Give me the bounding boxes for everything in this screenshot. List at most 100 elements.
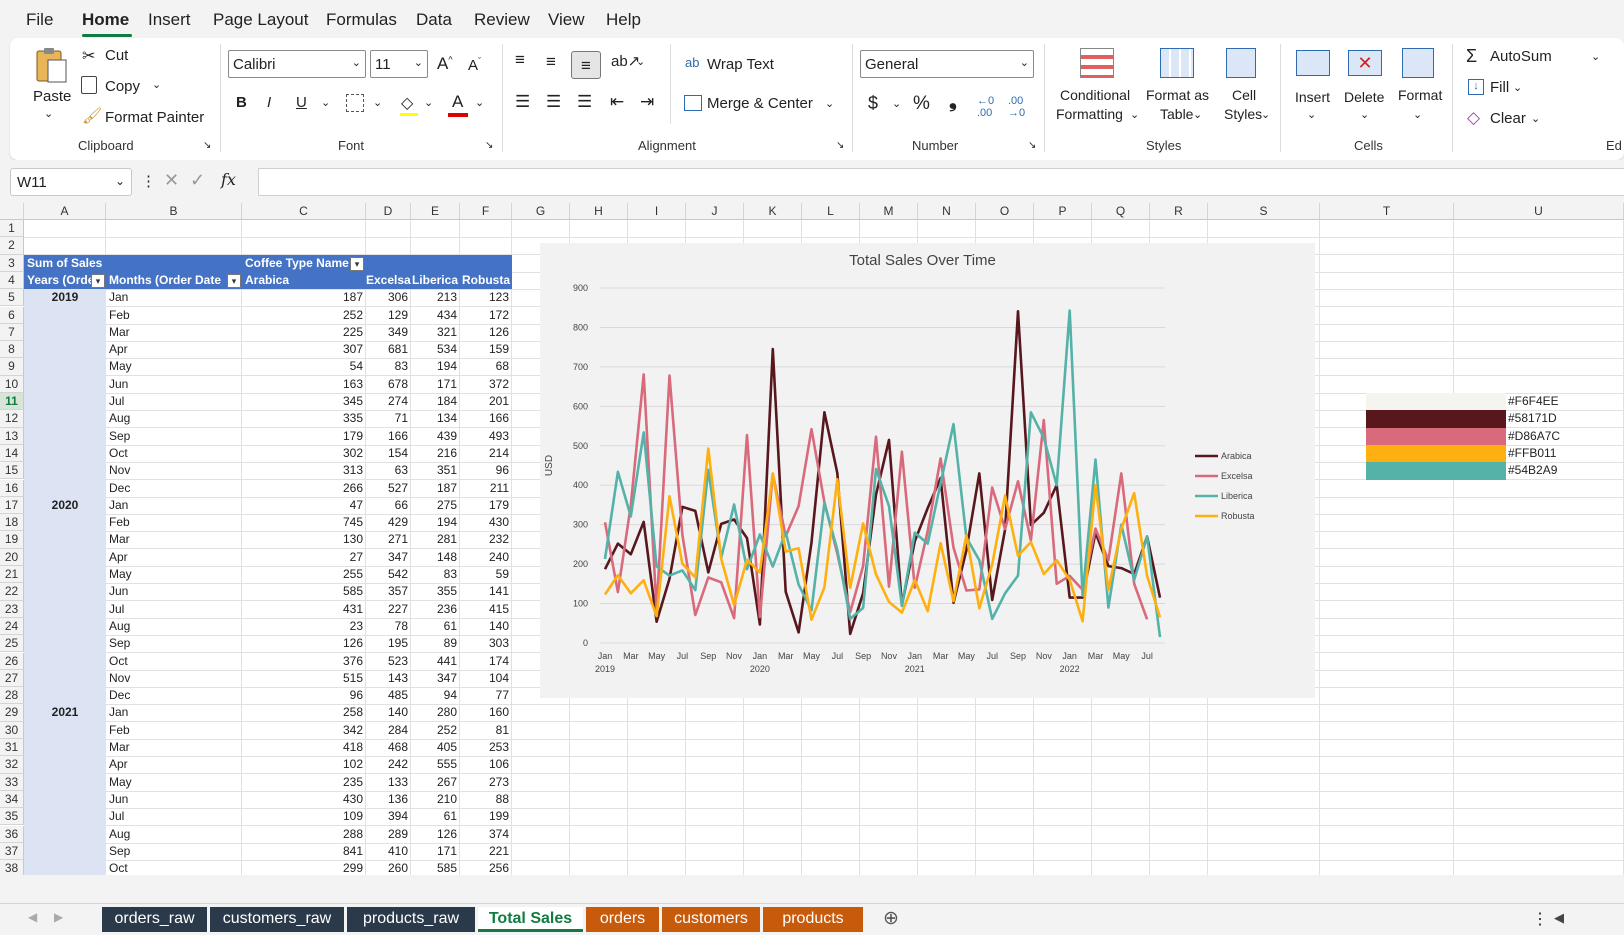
row-header-21[interactable]: 21 bbox=[0, 566, 24, 584]
pivot-value-cell[interactable]: 195 bbox=[366, 635, 408, 652]
row-header-16[interactable]: 16 bbox=[0, 479, 24, 497]
pivot-value-cell[interactable]: 307 bbox=[242, 341, 363, 358]
more-sheets-icon[interactable]: ⋮ bbox=[1532, 909, 1548, 929]
sheet-tab-orders-raw[interactable]: orders_raw bbox=[102, 907, 207, 932]
copy-button[interactable]: Copy bbox=[105, 78, 140, 95]
pivot-value-cell[interactable]: 194 bbox=[411, 358, 457, 375]
worksheet-grid[interactable]: ABCDEFGHIJKLMNOPQRSTU 1 2 3 4 5 6 7 8 9 10 11 12 13 1… bbox=[0, 203, 1624, 875]
scroll-right-icon[interactable]: ▶ bbox=[54, 910, 63, 924]
menu-home[interactable]: Home bbox=[82, 10, 129, 30]
pivot-value-cell[interactable]: 527 bbox=[366, 480, 408, 497]
pivot-value-cell[interactable]: 236 bbox=[411, 601, 457, 618]
pivot-value-cell[interactable]: 102 bbox=[242, 756, 363, 773]
pivot-value-cell[interactable]: 357 bbox=[366, 583, 408, 600]
chevron-down-icon[interactable]: ⌄ bbox=[475, 96, 484, 109]
pivot-value-cell[interactable]: 71 bbox=[366, 410, 408, 427]
pivot-value-cell[interactable]: 227 bbox=[366, 601, 408, 618]
pivot-value-cell[interactable]: 485 bbox=[366, 687, 408, 704]
row-header-17[interactable]: 17 bbox=[0, 496, 24, 515]
pivot-value-cell[interactable]: 27 bbox=[242, 549, 363, 566]
cell-styles-label-2[interactable]: Styles bbox=[1224, 106, 1262, 122]
pivot-value-cell[interactable]: 130 bbox=[242, 531, 363, 548]
column-header-r[interactable]: R bbox=[1150, 203, 1208, 220]
conditional-formatting-icon[interactable] bbox=[1080, 48, 1114, 78]
font-size-select[interactable]: 11 ⌄ bbox=[370, 50, 428, 78]
insert-button[interactable]: Insert bbox=[1295, 89, 1330, 105]
row-header-15[interactable]: 15 bbox=[0, 462, 24, 480]
pivot-value-cell[interactable]: 523 bbox=[366, 653, 408, 670]
column-header-a[interactable]: A bbox=[24, 203, 106, 220]
pivot-value-cell[interactable]: 335 bbox=[242, 410, 363, 427]
comma-style-icon[interactable]: ❟ bbox=[949, 90, 957, 113]
pivot-value-cell[interactable]: 214 bbox=[460, 445, 509, 462]
menu-formulas[interactable]: Formulas bbox=[326, 10, 397, 30]
row-header-22[interactable]: 22 bbox=[0, 583, 24, 601]
pivot-value-cell[interactable]: 585 bbox=[242, 583, 363, 600]
pivot-value-cell[interactable]: 678 bbox=[366, 376, 408, 393]
clipboard-launcher-icon[interactable]: ↘ bbox=[203, 140, 211, 151]
chevron-down-icon[interactable]: ⌄ bbox=[424, 96, 433, 109]
chevron-down-icon[interactable]: ⌄ bbox=[825, 97, 834, 110]
row-header-6[interactable]: 6 bbox=[0, 306, 24, 324]
pivot-value-cell[interactable]: 355 bbox=[411, 583, 457, 600]
column-header-g[interactable]: G bbox=[512, 203, 570, 220]
more-options-icon[interactable]: ⋮ bbox=[141, 172, 156, 190]
pivot-value-cell[interactable]: 585 bbox=[411, 860, 457, 875]
insert-function-icon[interactable]: fx bbox=[221, 170, 236, 189]
pivot-value-cell[interactable]: 201 bbox=[460, 393, 509, 410]
row-header-36[interactable]: 36 bbox=[0, 825, 24, 843]
pivot-value-cell[interactable]: 299 bbox=[242, 860, 363, 875]
pivot-value-cell[interactable]: 342 bbox=[242, 722, 363, 739]
pivot-value-cell[interactable]: 439 bbox=[411, 428, 457, 445]
row-header-37[interactable]: 37 bbox=[0, 842, 24, 861]
pivot-value-cell[interactable]: 81 bbox=[460, 722, 509, 739]
sheet-tab-total-sales[interactable]: Total Sales bbox=[478, 907, 583, 932]
pivot-value-cell[interactable]: 434 bbox=[411, 307, 457, 324]
pivot-value-cell[interactable]: 235 bbox=[242, 774, 363, 791]
pivot-value-cell[interactable]: 133 bbox=[366, 774, 408, 791]
cancel-icon[interactable]: ✕ bbox=[164, 170, 179, 191]
pivot-value-cell[interactable]: 415 bbox=[460, 601, 509, 618]
pivot-value-cell[interactable]: 345 bbox=[242, 393, 363, 410]
pivot-value-cell[interactable]: 347 bbox=[411, 670, 457, 687]
pivot-value-cell[interactable]: 267 bbox=[411, 774, 457, 791]
format-as-table-label-1[interactable]: Format as bbox=[1146, 87, 1209, 103]
menu-help[interactable]: Help bbox=[606, 10, 641, 30]
decrease-decimal-icon[interactable]: .00 →0 bbox=[1008, 95, 1025, 119]
autosum-button[interactable]: AutoSum bbox=[1490, 48, 1552, 65]
pivot-value-cell[interactable]: 394 bbox=[366, 808, 408, 825]
chevron-down-icon[interactable]: ⌄ bbox=[1130, 108, 1139, 121]
pivot-value-cell[interactable]: 172 bbox=[460, 307, 509, 324]
pivot-value-cell[interactable]: 68 bbox=[460, 358, 509, 375]
align-bottom-icon[interactable]: ≡ bbox=[571, 51, 601, 79]
row-header-35[interactable]: 35 bbox=[0, 808, 24, 826]
pivot-value-cell[interactable]: 94 bbox=[411, 687, 457, 704]
pivot-value-cell[interactable]: 78 bbox=[366, 618, 408, 635]
pivot-value-cell[interactable]: 199 bbox=[460, 808, 509, 825]
eraser-icon[interactable]: ◇ bbox=[1467, 108, 1480, 128]
menu-data[interactable]: Data bbox=[416, 10, 452, 30]
pivot-value-cell[interactable]: 89 bbox=[411, 635, 457, 652]
row-header-12[interactable]: 12 bbox=[0, 410, 24, 428]
pivot-value-cell[interactable]: 213 bbox=[411, 289, 457, 306]
filter-dropdown-icon[interactable]: ▾ bbox=[91, 274, 105, 288]
column-header-j[interactable]: J bbox=[686, 203, 744, 220]
pivot-value-cell[interactable]: 211 bbox=[460, 480, 509, 497]
pivot-value-cell[interactable]: 376 bbox=[242, 653, 363, 670]
column-header-u[interactable]: U bbox=[1454, 203, 1624, 220]
pivot-value-cell[interactable]: 258 bbox=[242, 704, 363, 721]
menu-view[interactable]: View bbox=[548, 10, 585, 30]
format-as-table-icon[interactable] bbox=[1160, 48, 1194, 78]
sheet-tab-customers[interactable]: customers bbox=[662, 907, 760, 932]
pivot-value-cell[interactable]: 372 bbox=[460, 376, 509, 393]
pivot-value-cell[interactable]: 313 bbox=[242, 462, 363, 479]
pivot-value-cell[interactable]: 126 bbox=[242, 635, 363, 652]
fill-color-icon[interactable]: ◇ bbox=[401, 93, 413, 113]
conditional-formatting-label-1[interactable]: Conditional bbox=[1060, 87, 1130, 103]
pivot-value-cell[interactable]: 418 bbox=[242, 739, 363, 756]
pivot-value-cell[interactable]: 302 bbox=[242, 445, 363, 462]
pivot-value-cell[interactable]: 163 bbox=[242, 376, 363, 393]
pivot-value-cell[interactable]: 349 bbox=[366, 324, 408, 341]
underline-icon[interactable]: U bbox=[296, 94, 307, 111]
paste-button[interactable]: Paste bbox=[33, 88, 71, 105]
